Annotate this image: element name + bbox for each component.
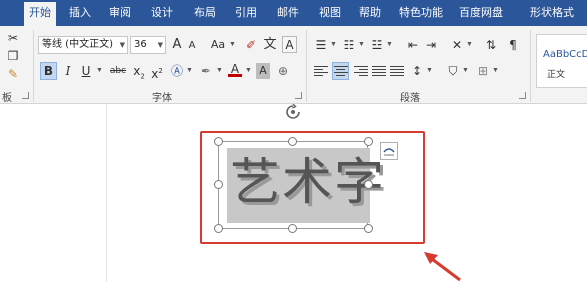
align-right-icon[interactable] xyxy=(354,66,368,78)
tab-mailings[interactable]: 邮件 xyxy=(272,0,304,26)
chevron-down-icon: ▼ xyxy=(386,41,393,48)
font-group-label: 字体 xyxy=(152,93,172,104)
chevron-down-icon: ▼ xyxy=(157,41,163,49)
bullets-icon[interactable]: ☰ xyxy=(314,37,328,53)
page-margin-guide xyxy=(106,104,107,282)
chevron-down-icon: ▼ xyxy=(186,67,193,74)
style-sample-text: AaBbCcD xyxy=(543,49,587,60)
shading-icon[interactable]: ⛉ xyxy=(446,63,460,79)
annotation-highlight-box xyxy=(200,131,425,244)
tab-design[interactable]: 设计 xyxy=(146,0,178,26)
italic-button[interactable]: I xyxy=(61,63,75,79)
font-dialog-launcher[interactable] xyxy=(295,92,302,99)
chevron-down-icon: ▼ xyxy=(462,67,469,74)
tab-home[interactable]: 开始 xyxy=(24,2,56,26)
chevron-down-icon: ▼ xyxy=(330,41,337,48)
tab-insert[interactable]: 插入 xyxy=(64,0,96,26)
clipboard-dialog-launcher[interactable] xyxy=(22,92,29,99)
group-separator xyxy=(33,30,34,102)
character-border-button[interactable]: A xyxy=(282,36,297,53)
chinese-layout-icon[interactable]: ✕ xyxy=(450,37,464,53)
borders-icon[interactable]: ⊞ xyxy=(476,63,490,79)
superscript-button[interactable]: x2 xyxy=(150,63,164,81)
clipboard-group-label: 板 xyxy=(2,93,12,104)
line-spacing-icon[interactable]: ↕ xyxy=(410,63,424,79)
font-name-dropdown[interactable]: 等线 (中文正文) ▼ xyxy=(38,36,128,54)
justify-icon[interactable] xyxy=(372,66,386,78)
multilevel-list-icon[interactable]: ☳ xyxy=(370,37,384,53)
format-painter-icon[interactable]: ✎ xyxy=(6,66,20,82)
chevron-down-icon: ▼ xyxy=(245,67,252,74)
change-case-button[interactable]: Aa xyxy=(208,37,228,53)
chevron-down-icon: ▼ xyxy=(229,41,236,48)
word-window: 开始 插入 审阅 设计 布局 引用 邮件 视图 帮助 特色功能 百度网盘 形状格… xyxy=(0,0,587,282)
increase-indent-icon[interactable]: ⇥ xyxy=(424,37,438,53)
show-marks-icon[interactable]: ¶ xyxy=(506,37,520,53)
clear-formatting-icon[interactable]: ✐ xyxy=(244,37,258,53)
font-name-value: 等线 (中文正文) xyxy=(42,39,113,50)
font-size-value: 36 xyxy=(134,39,147,50)
group-separator xyxy=(306,30,307,102)
highlight-color-icon[interactable]: ✒ xyxy=(198,63,214,79)
text-effects-icon[interactable]: Ⓐ xyxy=(170,63,184,79)
shrink-font-button[interactable]: A xyxy=(186,38,198,54)
align-left-icon[interactable] xyxy=(314,66,328,78)
enclose-characters-icon[interactable]: ⊕ xyxy=(276,63,290,79)
font-color-button[interactable]: A xyxy=(228,61,242,77)
tab-special-features[interactable]: 特色功能 xyxy=(396,0,446,26)
rotate-handle-icon[interactable] xyxy=(285,104,301,120)
paragraph-dialog-launcher[interactable] xyxy=(519,92,526,99)
chevron-down-icon: ▼ xyxy=(466,41,473,48)
cut-icon[interactable]: ✂ xyxy=(6,30,20,46)
numbering-icon[interactable]: ☷ xyxy=(342,37,356,53)
copy-icon[interactable]: ❐ xyxy=(6,48,20,64)
tab-shape-format[interactable]: 形状格式 xyxy=(524,0,580,26)
styles-gallery[interactable]: AaBbCcD 正文 xyxy=(536,34,587,88)
ribbon-tab-bar: 开始 插入 审阅 设计 布局 引用 邮件 视图 帮助 特色功能 百度网盘 形状格… xyxy=(0,0,587,26)
decrease-indent-icon[interactable]: ⇤ xyxy=(406,37,420,53)
annotation-arrow-icon xyxy=(424,252,461,282)
chevron-down-icon: ▼ xyxy=(119,41,125,49)
chevron-down-icon: ▼ xyxy=(492,67,499,74)
strikethrough-button[interactable]: abc xyxy=(108,63,128,79)
chevron-down-icon: ▼ xyxy=(426,67,433,74)
tab-help[interactable]: 帮助 xyxy=(354,0,386,26)
chevron-down-icon: ▼ xyxy=(96,67,103,74)
align-center-icon xyxy=(334,66,348,78)
paragraph-group-label: 段落 xyxy=(400,93,420,104)
file-tab[interactable] xyxy=(0,0,20,26)
tab-layout[interactable]: 布局 xyxy=(189,0,221,26)
chevron-down-icon: ▼ xyxy=(216,67,223,74)
group-separator xyxy=(530,30,531,102)
tab-review[interactable]: 审阅 xyxy=(104,0,136,26)
tab-baidu-netdisk[interactable]: 百度网盘 xyxy=(456,0,506,26)
distributed-icon[interactable] xyxy=(390,66,404,78)
character-shading-button[interactable]: A xyxy=(256,63,270,79)
tab-view[interactable]: 视图 xyxy=(314,0,346,26)
bold-button[interactable]: B xyxy=(40,62,57,80)
style-name-normal: 正文 xyxy=(547,70,566,80)
tab-references[interactable]: 引用 xyxy=(230,0,262,26)
underline-button[interactable]: U xyxy=(79,63,93,79)
ribbon-home: ✂ ❐ ✎ 板 等线 (中文正文) ▼ 36 ▼ A A Aa ▼ ✐ 文 A … xyxy=(0,26,587,104)
font-size-dropdown[interactable]: 36 ▼ xyxy=(130,36,166,54)
sort-icon[interactable]: ⇅ xyxy=(484,37,498,53)
chevron-down-icon: ▼ xyxy=(358,41,365,48)
grow-font-button[interactable]: A xyxy=(170,37,184,53)
phonetic-guide-button[interactable]: 文 xyxy=(262,37,278,53)
subscript-button[interactable]: x2 xyxy=(132,63,146,80)
